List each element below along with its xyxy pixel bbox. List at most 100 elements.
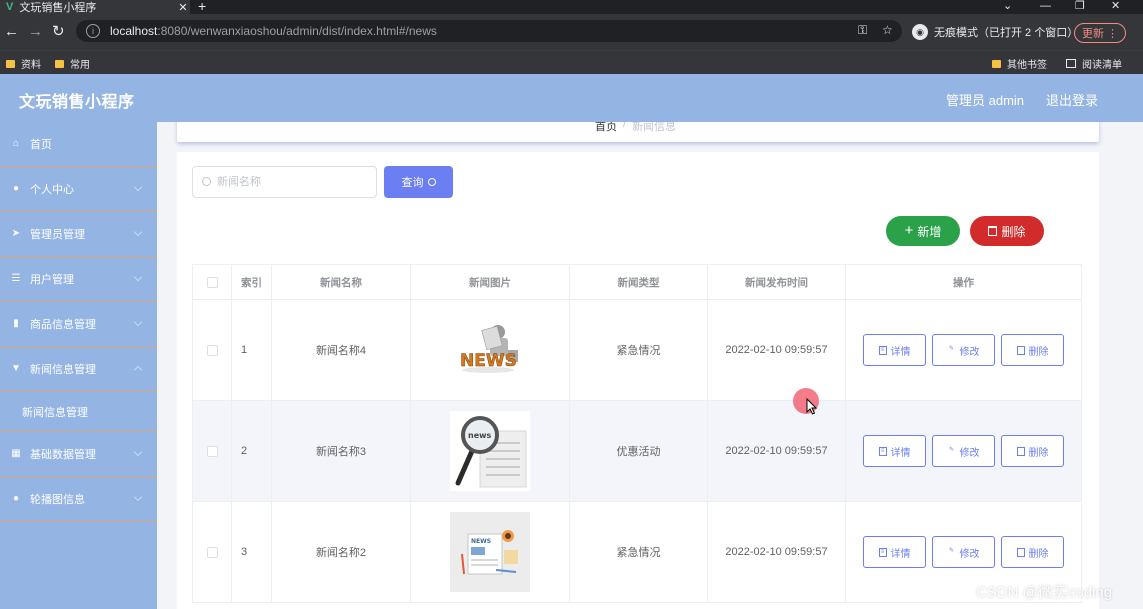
detail-button[interactable]: ≡ 详情 bbox=[863, 536, 926, 568]
search-field[interactable] bbox=[217, 173, 367, 191]
tab-search-icon[interactable]: ⌄ bbox=[1003, 0, 1012, 12]
sidebar-item-carousel[interactable]: ● 轮播图信息 bbox=[0, 477, 157, 522]
delete-button[interactable]: 删除 bbox=[1001, 435, 1064, 467]
app-title: 文玩销售小程序 bbox=[19, 94, 135, 111]
delete-button[interactable]: 删除 bbox=[1001, 334, 1064, 366]
restore-icon[interactable]: ❐ bbox=[1075, 0, 1085, 12]
sidebar-item-users[interactable]: ☰ 用户管理 bbox=[0, 257, 157, 302]
browser-tab[interactable]: V 文玩销售小程序 ✕ bbox=[0, 0, 190, 14]
sidebar-item-home[interactable]: ⌂ 首页 bbox=[0, 122, 157, 167]
tab-title: 文玩销售小程序 bbox=[19, 2, 97, 14]
send-icon: ➤ bbox=[11, 228, 21, 239]
sidebar-item-news[interactable]: ▼ 新闻信息管理 bbox=[0, 347, 157, 392]
update-button[interactable]: 更新 ⋮ bbox=[1074, 23, 1126, 43]
add-button[interactable]: + 新增 bbox=[886, 216, 960, 246]
row-checkbox[interactable] bbox=[206, 546, 218, 558]
row-checkbox[interactable] bbox=[206, 445, 218, 457]
reload-icon[interactable]: ↻ bbox=[52, 24, 65, 39]
edit-button[interactable]: ✎ 修改 bbox=[932, 536, 995, 568]
breadcrumb-current: 新闻信息 bbox=[632, 122, 677, 133]
sidebar-item-personal[interactable]: ● 个人中心 bbox=[0, 167, 157, 212]
batch-delete-button[interactable]: 删除 bbox=[970, 216, 1044, 246]
folder-icon bbox=[6, 59, 15, 68]
document-icon: ≡ bbox=[878, 446, 887, 456]
row-type: 优惠活动 bbox=[570, 401, 708, 501]
row-name: 新闻名称2 bbox=[272, 502, 411, 602]
more-menu-icon: ⋮ bbox=[1107, 27, 1119, 40]
new-tab-button[interactable]: + bbox=[198, 0, 206, 13]
edit-label: 修改 bbox=[959, 548, 980, 560]
query-button[interactable]: 查询 bbox=[384, 166, 453, 198]
back-icon[interactable]: ← bbox=[4, 24, 19, 39]
sidebar-item-label: 商品信息管理 bbox=[30, 319, 96, 331]
sidebar: ⌂ 首页 ● 个人中心 ➤ 管理员管理 ☰ 用户管理 ▮ 商品信息管理 ▼ 新闻… bbox=[0, 122, 157, 609]
sidebar-subitem-news-manage[interactable]: 新闻信息管理 bbox=[0, 392, 157, 432]
row-image-cell: news bbox=[411, 401, 570, 501]
row-type: 紧急情况 bbox=[570, 300, 708, 400]
forward-icon[interactable]: → bbox=[28, 24, 43, 39]
bookmark-star-icon[interactable]: ☆ bbox=[882, 23, 893, 37]
bookmark-folder-other[interactable]: 其他书签 bbox=[992, 56, 1047, 71]
content-panel: 查询 + 新增 删除 索引 新闻名称 新闻图片 新闻类型 新闻发布时间 操作 bbox=[177, 152, 1099, 609]
chevron-down-icon bbox=[133, 317, 143, 327]
bookmark-folder-ziliao[interactable]: 资料 bbox=[6, 56, 41, 71]
minimize-icon[interactable]: — bbox=[1040, 0, 1051, 12]
row-name: 新闻名称3 bbox=[272, 401, 411, 501]
breadcrumb: 首页 / 新闻信息 bbox=[595, 122, 676, 134]
delete-button[interactable]: 删除 bbox=[1001, 536, 1064, 568]
menu-icon: ☰ bbox=[11, 273, 21, 284]
sidebar-item-label: 轮播图信息 bbox=[30, 494, 85, 506]
sidebar-item-admins[interactable]: ➤ 管理员管理 bbox=[0, 212, 157, 257]
header-image: 新闻图片 bbox=[411, 265, 570, 299]
mouse-pointer-icon bbox=[806, 398, 818, 415]
reading-list[interactable]: 阅读清单 bbox=[1066, 56, 1122, 71]
bookmark-label: 其他书签 bbox=[1007, 60, 1047, 71]
row-checkbox-cell bbox=[192, 401, 232, 501]
table-header-row: 索引 新闻名称 新闻图片 新闻类型 新闻发布时间 操作 bbox=[192, 264, 1082, 300]
document-icon: ≡ bbox=[878, 547, 887, 557]
header-time: 新闻发布时间 bbox=[708, 265, 846, 299]
search-icon bbox=[202, 177, 211, 186]
row-image-cell: NEWS bbox=[411, 300, 570, 400]
header-name: 新闻名称 bbox=[272, 265, 411, 299]
sidebar-item-label: 新闻信息管理 bbox=[30, 364, 96, 376]
breadcrumb-home[interactable]: 首页 bbox=[595, 122, 617, 134]
detail-button[interactable]: ≡ 详情 bbox=[863, 334, 926, 366]
grid-icon: ▦ bbox=[11, 448, 21, 459]
incognito-icon: ◉ bbox=[912, 24, 928, 40]
logout-link[interactable]: 退出登录 bbox=[1046, 90, 1098, 109]
detail-button[interactable]: ≡ 详情 bbox=[863, 435, 926, 467]
close-window-icon[interactable]: ✕ bbox=[1111, 0, 1120, 12]
header-index: 索引 bbox=[232, 265, 272, 299]
bookmark-folder-changyong[interactable]: 常用 bbox=[55, 56, 90, 71]
site-info-icon[interactable]: i bbox=[86, 24, 100, 38]
table-row: 1 新闻名称4 NEWS 紧急情况 2022-02-10 09:59:57 ≡ … bbox=[192, 300, 1082, 401]
sidebar-item-basic-data[interactable]: ▦ 基础数据管理 bbox=[0, 432, 157, 477]
delete-label: 删除 bbox=[1001, 224, 1026, 239]
row-checkbox[interactable] bbox=[206, 344, 218, 356]
detail-label: 详情 bbox=[890, 447, 911, 459]
incognito-indicator[interactable]: ◉ 无痕模式（已打开 2 个窗口） bbox=[912, 24, 1078, 40]
url-field[interactable]: i localhost:8080/wenwanxiaoshou/admin/di… bbox=[76, 20, 902, 42]
search-input[interactable] bbox=[192, 166, 377, 198]
row-index: 3 bbox=[232, 502, 272, 602]
chevron-down-icon bbox=[133, 447, 143, 457]
row-time: 2022-02-10 09:59:57 bbox=[708, 300, 846, 400]
sidebar-item-products[interactable]: ▮ 商品信息管理 bbox=[0, 302, 157, 347]
folder-icon bbox=[992, 59, 1001, 68]
detail-label: 详情 bbox=[890, 548, 911, 560]
folder-icon bbox=[55, 59, 64, 68]
row-image-cell: NEWS bbox=[411, 502, 570, 602]
edit-button[interactable]: ✎ 修改 bbox=[932, 334, 995, 366]
reading-list-label: 阅读清单 bbox=[1082, 60, 1122, 71]
edit-icon: ✎ bbox=[948, 547, 955, 554]
close-tab-icon[interactable]: ✕ bbox=[176, 1, 190, 14]
select-all-checkbox[interactable] bbox=[206, 276, 218, 288]
key-icon[interactable]: ⚿ bbox=[858, 23, 867, 38]
document-icon: ≡ bbox=[878, 345, 887, 355]
row-index: 2 bbox=[232, 401, 272, 501]
edit-icon: ✎ bbox=[948, 345, 955, 352]
update-label: 更新 bbox=[1081, 28, 1104, 40]
edit-button[interactable]: ✎ 修改 bbox=[932, 435, 995, 467]
bookmark-label: 资料 bbox=[21, 60, 41, 71]
